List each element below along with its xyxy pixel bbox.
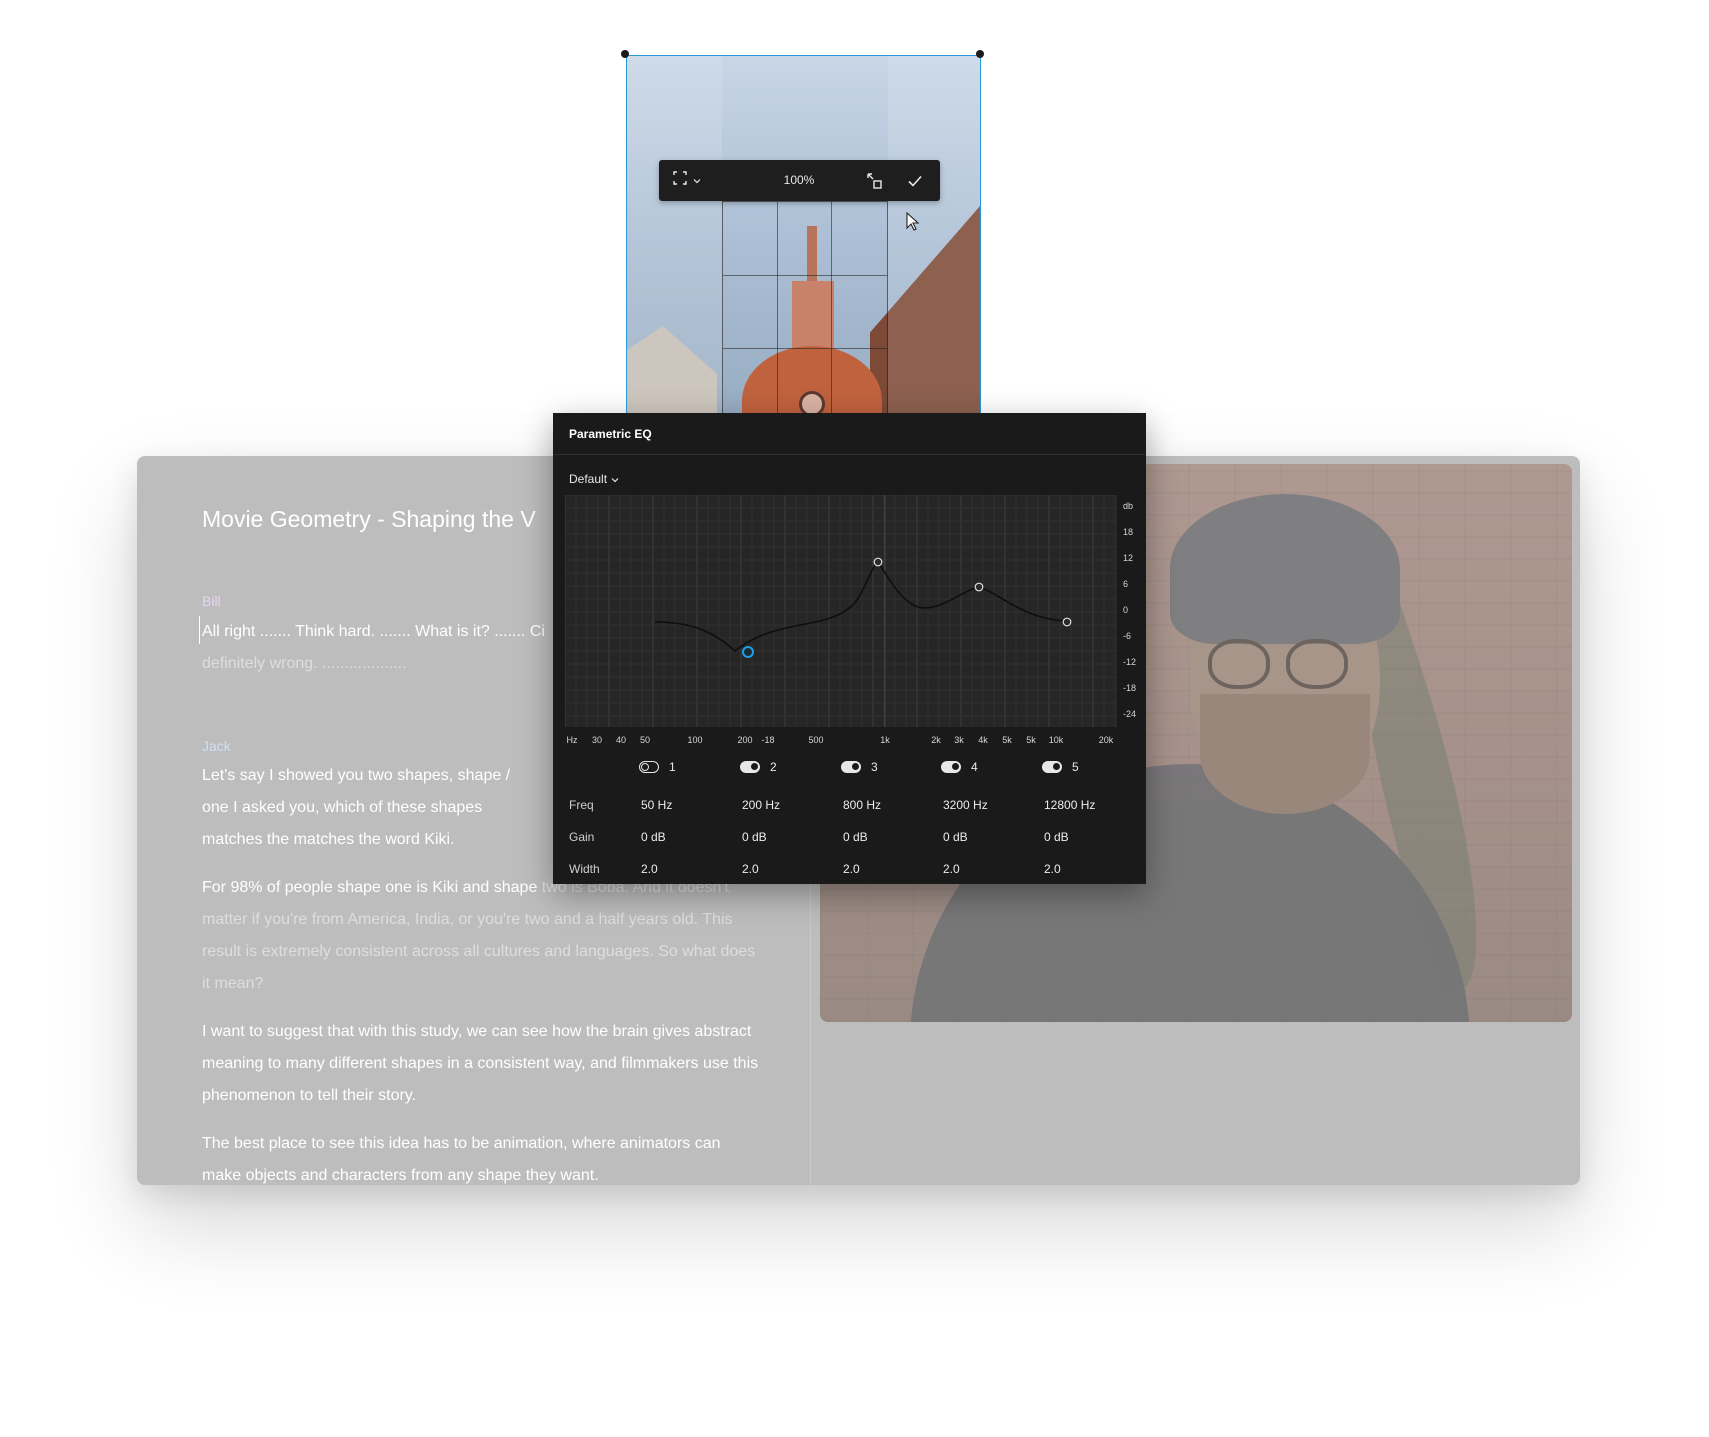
chevron-down-icon — [611, 472, 619, 486]
transcript-paragraph[interactable]: The best place to see this idea has to b… — [202, 1128, 762, 1185]
y-tick-label: 18 — [1123, 527, 1134, 537]
crop-image-frame[interactable] — [626, 55, 981, 415]
aspect-dropdown-button[interactable] — [673, 168, 713, 192]
eq-frequency-graph[interactable] — [565, 495, 1117, 727]
x-tick-label: 3k — [954, 735, 964, 745]
band-number: 2 — [770, 760, 777, 774]
x-tick-label: 10k — [1048, 735, 1064, 745]
checkmark-icon[interactable] — [903, 169, 927, 193]
band-2-freq[interactable]: 200 Hz — [742, 798, 780, 812]
y-tick-label: 6 — [1123, 579, 1129, 589]
y-tick-label: -24 — [1123, 709, 1137, 719]
band-5-freq[interactable]: 12800 Hz — [1044, 798, 1095, 812]
fullscreen-icon — [673, 170, 687, 190]
freq-row-label: Freq — [569, 798, 594, 812]
y-tick-label: -6 — [1123, 631, 1132, 641]
paragraph-text: For 98% of people shape one is Kiki and … — [202, 879, 542, 896]
eq-title: Parametric EQ — [569, 427, 652, 441]
zoom-level[interactable]: 100% — [759, 160, 839, 201]
band-1-freq[interactable]: 50 Hz — [641, 798, 672, 812]
x-tick-label: 1k — [880, 735, 890, 745]
band-number: 5 — [1072, 760, 1079, 774]
mouse-pointer-icon — [906, 211, 920, 237]
band-5-toggle[interactable]: 5 — [1042, 760, 1079, 774]
text-caret — [199, 616, 200, 644]
gain-row-label: Gain — [569, 830, 595, 844]
x-tick-label: 30 — [591, 735, 603, 745]
band-5-width[interactable]: 2.0 — [1044, 862, 1061, 876]
parametric-eq-panel: Parametric EQ Default db 18 12 6 0 -6 -12 -18 -2… — [553, 413, 1146, 884]
x-tick-label: 500 — [808, 735, 824, 745]
paragraph-text: All right ....... Think hard. ....... Wh… — [202, 623, 545, 640]
chevron-down-icon — [693, 171, 701, 189]
toggle-on-icon — [941, 761, 961, 773]
toggle-on-icon — [740, 761, 760, 773]
band-4-toggle[interactable]: 4 — [941, 760, 978, 774]
preset-label: Default — [569, 472, 608, 486]
band-3-node[interactable] — [873, 557, 883, 567]
grid-line — [723, 348, 887, 349]
transcript-paragraph[interactable]: For 98% of people shape one is Kiki and … — [202, 872, 762, 1000]
band-5-node[interactable] — [1062, 617, 1072, 627]
speaker-label-jack[interactable]: Jack — [202, 738, 231, 754]
band-4-gain[interactable]: 0 dB — [943, 830, 968, 844]
x-tick-label: 200 — [737, 735, 753, 745]
band-3-width[interactable]: 2.0 — [843, 862, 860, 876]
band-2-node[interactable] — [742, 646, 754, 658]
x-tick-label: 5k — [1026, 735, 1036, 745]
grid-line — [831, 202, 833, 415]
band-number: 4 — [971, 760, 978, 774]
grid-line — [777, 202, 779, 415]
band-3-freq[interactable]: 800 Hz — [843, 798, 881, 812]
crop-grid[interactable] — [722, 201, 888, 415]
grid-line — [723, 275, 887, 276]
transcript-paragraph[interactable]: I want to suggest that with this study, … — [202, 1016, 762, 1112]
band-5-gain[interactable]: 0 dB — [1044, 830, 1069, 844]
graph-background — [565, 495, 1117, 727]
band-2-gain[interactable]: 0 dB — [742, 830, 767, 844]
band-1-width[interactable]: 2.0 — [641, 862, 658, 876]
y-axis-unit: db — [1123, 501, 1134, 511]
crop-toolbar: 100% — [659, 160, 940, 201]
band-1-gain[interactable]: 0 dB — [641, 830, 666, 844]
x-tick-label: 20k — [1098, 735, 1114, 745]
speaker-label-bill[interactable]: Bill — [202, 593, 221, 609]
crop-outside-shade-right — [888, 56, 980, 415]
band-4-freq[interactable]: 3200 Hz — [943, 798, 988, 812]
band-2-width[interactable]: 2.0 — [742, 862, 759, 876]
toggle-off-icon — [639, 761, 659, 773]
x-axis-unit: Hz — [566, 735, 578, 745]
band-number: 1 — [669, 760, 676, 774]
band-3-toggle[interactable]: 3 — [841, 760, 878, 774]
toggle-on-icon — [1042, 761, 1062, 773]
reset-crop-icon[interactable] — [863, 169, 887, 193]
x-tick-label: 40 — [615, 735, 627, 745]
y-tick-label: 12 — [1123, 553, 1134, 563]
x-tick-label: -18 — [761, 735, 775, 745]
x-tick-label: 2k — [931, 735, 941, 745]
crop-outside-shade-left — [627, 56, 722, 415]
preset-dropdown[interactable]: Default — [569, 472, 619, 486]
paragraph-text-dim: definitely wrong. ................... — [202, 655, 407, 672]
y-tick-label: -12 — [1123, 657, 1137, 667]
band-2-toggle[interactable]: 2 — [740, 760, 777, 774]
y-tick-label: -18 — [1123, 683, 1137, 693]
x-tick-label: 5k — [1002, 735, 1012, 745]
x-tick-label: 100 — [687, 735, 703, 745]
x-tick-label: 50 — [639, 735, 651, 745]
width-row-label: Width — [569, 862, 600, 876]
y-tick-label: 0 — [1123, 605, 1129, 615]
x-tick-label: 4k — [978, 735, 988, 745]
document-title[interactable]: Movie Geometry - Shaping the V — [202, 506, 536, 533]
transcript-paragraph[interactable]: Let's say I showed you two shapes, shape… — [202, 760, 532, 856]
band-number: 3 — [871, 760, 878, 774]
band-4-width[interactable]: 2.0 — [943, 862, 960, 876]
eq-header: Parametric EQ — [553, 413, 1146, 455]
band-1-toggle[interactable]: 1 — [639, 760, 676, 774]
band-4-node[interactable] — [974, 582, 984, 592]
band-3-gain[interactable]: 0 dB — [843, 830, 868, 844]
resize-handle-top-left[interactable] — [621, 50, 629, 58]
resize-handle-top-right[interactable] — [976, 50, 984, 58]
toggle-on-icon — [841, 761, 861, 773]
